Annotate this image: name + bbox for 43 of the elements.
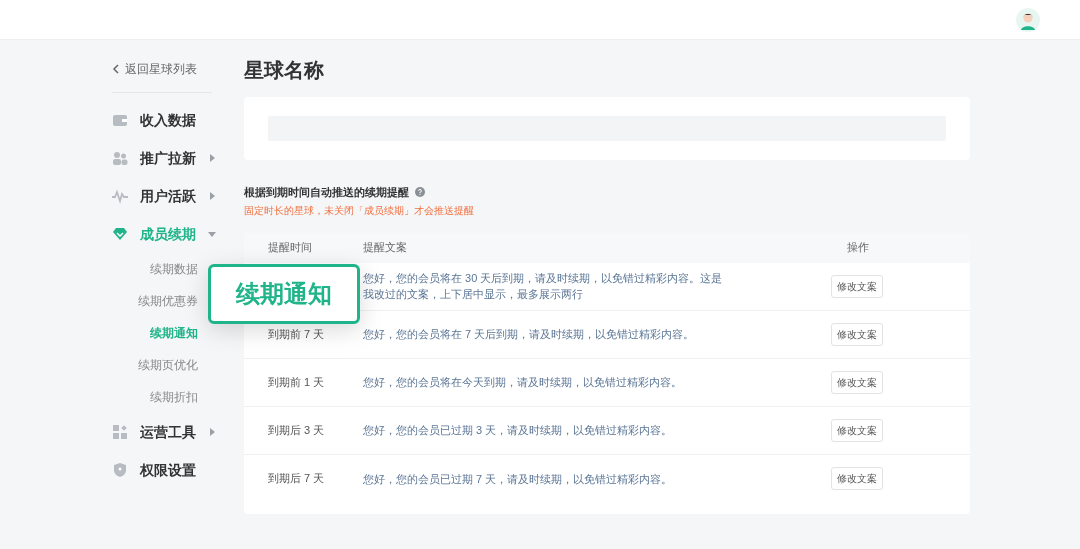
edit-copy-button[interactable]: 修改文案 [831, 274, 883, 298]
column-header: 提醒文案 [363, 240, 408, 256]
edit-copy-button[interactable]: 修改文案 [831, 322, 883, 346]
table-cell: 到期后 3 天 [268, 423, 325, 436]
table-cell: 到期前 1 天 [268, 375, 325, 388]
callout: 续期通知 [208, 264, 360, 324]
column-header: 提醒时间 [268, 240, 313, 256]
caret-down-icon[interactable] [208, 230, 216, 238]
back-link[interactable]: 返回星球列表 [112, 60, 212, 93]
sidebar-subitem[interactable]: 续期数据 [150, 260, 198, 278]
shield-icon [112, 462, 128, 478]
sidebar-subitem[interactable]: 续期优惠券 [138, 292, 198, 310]
table-cell-text: 您好，您的会员已过期 3 天，请及时续期，以免错过精彩内容。 [363, 423, 674, 438]
sidebar-item[interactable]: 收入数据 [112, 101, 244, 139]
table-cell-text: 您好，您的会员将在 30 天后到期，请及时续期，以免错过精彩内容。这是我改过的文案，上下居中显示，最多展示两行 [363, 271, 724, 302]
pulse-icon [112, 188, 128, 204]
warning-text: 固定时长的星球，未关闭「成员续期」才会推送提醒 [244, 203, 475, 218]
table-cell-text: 您好，您的会员将在今天到期，请及时续期，以免错过精彩内容。 [363, 375, 683, 390]
table-cell: 到期前 7 天 [268, 327, 325, 340]
edit-copy-button[interactable]: 修改文案 [831, 467, 883, 490]
edit-copy-button[interactable]: 修改文案 [831, 418, 883, 442]
sidebar-item[interactable]: 用户活跃 [112, 177, 244, 215]
sidebar-subitem[interactable]: 续期页优化 [138, 356, 198, 374]
table-cell-text: 您好，您的会员将在 7 天后到期，请及时续期，以免错过精彩内容。 [363, 327, 696, 342]
table-cell: 到期后 7 天 [268, 472, 325, 485]
sidebar-item[interactable]: 运营工具 [112, 413, 244, 451]
caret-right-icon[interactable] [208, 154, 216, 162]
caret-right-icon[interactable] [208, 192, 216, 200]
edit-copy-button[interactable]: 修改文案 [831, 370, 883, 394]
grid-icon [112, 424, 128, 440]
page-title: 星球名称 [244, 58, 325, 83]
avatar-icon[interactable] [1016, 7, 1040, 32]
table-cell-text: 您好，您的会员已过期 7 天，请及时续期，以免错过精彩内容。 [363, 471, 674, 487]
help-icon[interactable] [415, 187, 425, 198]
sidebar-item[interactable]: 推广拉新 [112, 139, 244, 177]
users-icon [112, 150, 128, 166]
diamond-icon [112, 226, 128, 242]
column-header: 操作 [846, 240, 870, 256]
section-title: 根据到期时间自动推送的续期提醒 [244, 185, 409, 200]
sidebar-item[interactable]: 权限设置 [112, 451, 244, 489]
wallet-icon [112, 112, 128, 128]
sidebar-subitem[interactable]: 续期折扣 [150, 388, 198, 406]
caret-right-icon[interactable] [208, 428, 216, 436]
